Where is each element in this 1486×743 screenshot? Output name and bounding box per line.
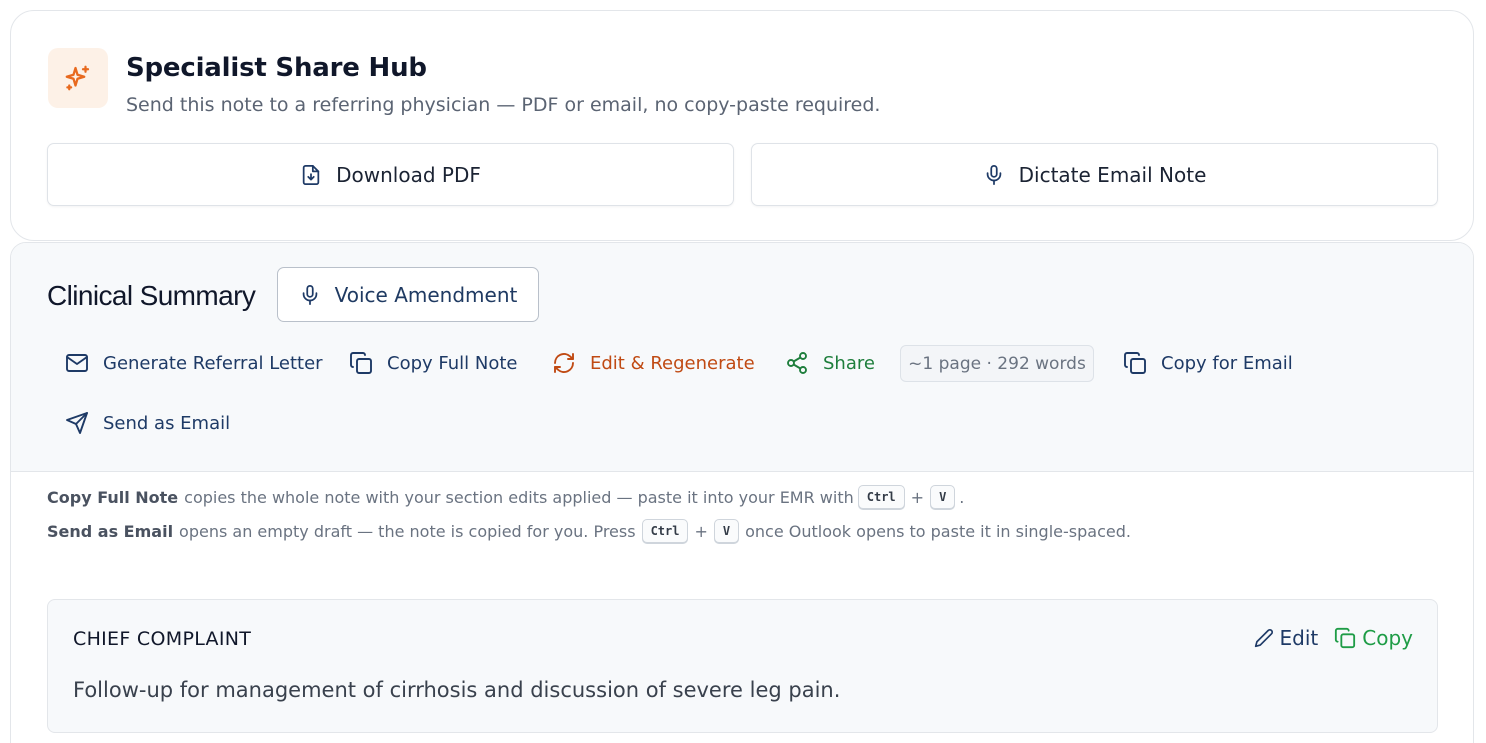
copy-icon [1123, 351, 1147, 375]
key-v: V [713, 519, 740, 543]
section-heading: CHIEF COMPLAINT [73, 628, 252, 650]
hub-title: Specialist Share Hub [126, 53, 427, 83]
generate-referral-letter-label: Generate Referral Letter [103, 352, 323, 374]
key-ctrl: Ctrl [857, 485, 905, 509]
clinical-summary-title: Clinical Summary [47, 280, 256, 311]
help-email-text: opens an empty draft — the note is copie… [179, 521, 636, 541]
copy-icon [349, 351, 373, 375]
mail-icon [65, 351, 89, 375]
refresh-icon [552, 351, 576, 375]
plus-sign: + [694, 521, 708, 541]
voice-amendment-label: Voice Amendment [334, 282, 518, 307]
key-v: V [930, 485, 956, 509]
send-icon [65, 411, 89, 435]
copy-full-note-button[interactable]: Copy Full Note [349, 351, 518, 375]
copy-full-note-label: Copy Full Note [387, 352, 518, 374]
dictate-email-note-button[interactable]: Dictate Email Note [751, 143, 1438, 206]
section-copy-button[interactable]: Copy [1334, 626, 1413, 650]
section-edit-button[interactable]: Edit [1254, 626, 1319, 650]
copy-icon [1334, 627, 1356, 649]
help-copy-text: copies the whole note with your section … [184, 487, 854, 507]
hub-subtitle: Send this note to a referring physician … [126, 94, 881, 116]
period: . [959, 487, 965, 507]
share-icon [785, 351, 809, 375]
generate-referral-letter-button[interactable]: Generate Referral Letter [65, 351, 323, 375]
copy-for-email-label: Copy for Email [1161, 352, 1293, 374]
sparkles-icon [63, 63, 93, 93]
send-as-email-label: Send as Email [103, 412, 231, 434]
plus-sign: + [910, 487, 925, 507]
help-line-email: Send as Email opens an empty draft — the… [47, 519, 1131, 543]
key-ctrl: Ctrl [641, 519, 689, 543]
section-actions: Edit Copy [1254, 626, 1413, 650]
help-email-tail: once Outlook opens to paste it in single… [745, 521, 1131, 541]
microphone-icon [983, 163, 1005, 187]
section-body: Follow-up for management of cirrhosis an… [73, 678, 841, 702]
help-copy-strong: Copy Full Note [47, 487, 179, 507]
share-hub-card: Specialist Share Hub Send this note to a… [10, 10, 1474, 241]
download-pdf-label: Download PDF [336, 162, 481, 187]
send-as-email-button[interactable]: Send as Email [65, 411, 230, 435]
edit-regenerate-label: Edit & Regenerate [590, 352, 755, 374]
microphone-icon [299, 283, 321, 307]
clinical-summary-card: Clinical Summary Voice Amendment Generat… [10, 242, 1474, 743]
hub-badge [48, 48, 108, 108]
copy-for-email-button[interactable]: Copy for Email [1123, 351, 1293, 375]
section-copy-label: Copy [1362, 626, 1413, 650]
chief-complaint-section: CHIEF COMPLAINT Edit Copy Follow-up for … [47, 599, 1438, 733]
summary-toolbar: Clinical Summary Voice Amendment Generat… [11, 243, 1473, 472]
file-download-icon [300, 163, 322, 187]
edit-regenerate-button[interactable]: Edit & Regenerate [552, 351, 755, 375]
help-email-strong: Send as Email [47, 521, 174, 541]
help-line-copy: Copy Full Note copies the whole note wit… [47, 485, 964, 509]
word-count-badge: ~1 page · 292 words [900, 345, 1094, 382]
share-label: Share [823, 352, 875, 374]
share-button[interactable]: Share [785, 351, 875, 375]
pencil-icon [1254, 628, 1274, 648]
section-edit-label: Edit [1279, 626, 1319, 650]
dictate-email-note-label: Dictate Email Note [1018, 162, 1207, 187]
voice-amendment-button[interactable]: Voice Amendment [277, 267, 539, 322]
download-pdf-button[interactable]: Download PDF [47, 143, 734, 206]
